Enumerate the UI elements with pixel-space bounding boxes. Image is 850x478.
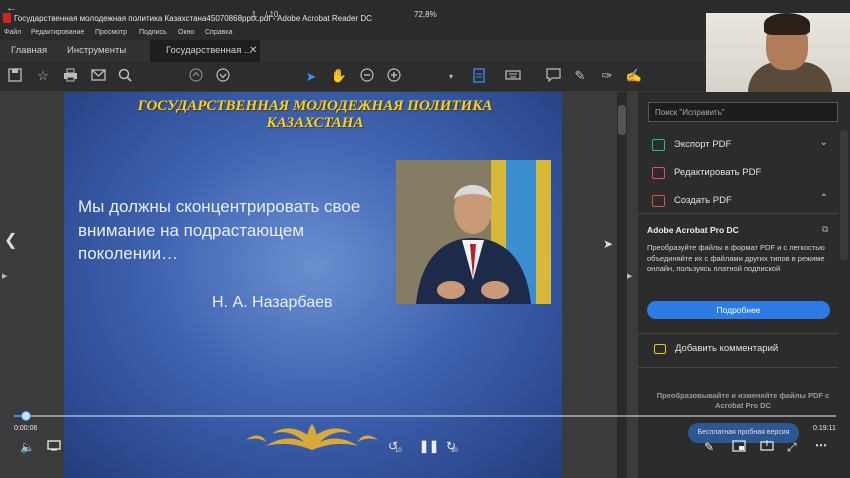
tab-bar: Главная Инструменты Государственная ... … (0, 40, 710, 62)
pause-icon[interactable]: ❚❚ (419, 439, 439, 453)
zoom-out-icon[interactable] (358, 68, 376, 86)
menu-sign[interactable]: Подпись (139, 29, 167, 36)
previous-page-icon[interactable] (187, 68, 205, 86)
minimize-icon[interactable]: ⤢ (787, 440, 797, 455)
divider (638, 213, 838, 214)
search-icon[interactable] (116, 68, 134, 86)
captions-icon[interactable] (47, 440, 61, 455)
webcam-person-hair (764, 13, 810, 35)
left-panel-expand-icon[interactable]: ▶ (2, 272, 7, 280)
divider (638, 333, 838, 334)
menu-file[interactable]: Файл (4, 29, 21, 36)
tool-label: Редактировать PDF (674, 167, 762, 178)
learn-more-button[interactable]: Подробнее (647, 301, 830, 319)
tools-search-input[interactable]: Поиск "Исправить" (648, 102, 838, 122)
video-progress-knob[interactable] (21, 411, 31, 421)
next-page-icon[interactable] (214, 68, 232, 86)
tab-tools[interactable]: Инструменты (67, 40, 126, 62)
video-progress-track[interactable] (14, 415, 836, 417)
video-duration: 0:19:11 (813, 425, 836, 432)
slide-author: Н. А. Назарбаев (212, 294, 333, 311)
acrobat-app-icon (3, 13, 11, 23)
menu-window[interactable]: Окно (178, 29, 194, 36)
copy-icon[interactable]: ⧉ (822, 224, 828, 235)
save-icon[interactable] (6, 68, 24, 86)
slide-quote: Мы должны сконцентрировать свое внимание… (78, 197, 361, 263)
divider (638, 367, 838, 368)
forward-30-label: 30 (451, 448, 458, 454)
menu-edit[interactable]: Редактирование (31, 29, 84, 36)
slide-title: ГОСУДАРСТВЕННАЯ МОЛОДЕЖНАЯ ПОЛИТИКА КАЗА… (137, 98, 493, 131)
tool-label: Экспорт PDF (674, 139, 732, 150)
comment-icon[interactable] (544, 68, 562, 86)
hand-tool-icon[interactable]: ✋ (330, 67, 348, 85)
decorative-ornament (242, 420, 382, 461)
zoom-in-icon[interactable] (385, 68, 403, 86)
tool-label: Создать PDF (674, 195, 732, 206)
right-panel-collapse-icon[interactable]: ▶ (627, 272, 632, 280)
page-fit-icon[interactable] (470, 68, 488, 86)
tab-document[interactable]: Государственная ... (150, 40, 260, 62)
menu-view[interactable]: Просмотр (95, 29, 127, 36)
chevron-up-icon[interactable]: ⌃ (820, 193, 828, 204)
page-number-input[interactable]: 1 (243, 7, 265, 22)
select-cursor-icon[interactable]: ➤ (302, 68, 320, 86)
picture-in-picture-icon[interactable] (732, 440, 746, 455)
export-pdf-icon (652, 139, 665, 151)
document-scroll-thumb[interactable] (618, 105, 626, 135)
pen-icon[interactable]: ✎ (704, 440, 714, 454)
more-options-icon[interactable]: ⋯ (815, 438, 827, 452)
edit-pdf-icon (652, 167, 665, 179)
previous-slide-arrow-icon[interactable]: ❮ (4, 230, 17, 250)
tool-edit-pdf[interactable]: Редактировать PDF (646, 161, 836, 185)
zoom-dropdown-chevron-icon[interactable]: ▾ (442, 68, 460, 86)
menu-help[interactable]: Справка (205, 29, 232, 36)
create-pdf-icon (652, 195, 665, 207)
bookmark-star-icon[interactable]: ☆ (34, 67, 52, 85)
tool-create-pdf[interactable]: Создать PDF ⌃ (646, 189, 836, 213)
bottom-promo-text: Преобразовывайте и изменяйте файлы PDF с… (656, 391, 830, 410)
chevron-down-icon[interactable]: ⌄ (820, 137, 828, 148)
rewind-10-label: 10 (395, 448, 402, 454)
promo-title: Adobe Acrobat Pro DC (647, 225, 739, 235)
draw-icon[interactable]: ✑ (598, 67, 616, 85)
highlight-pen-icon[interactable]: ✎ (571, 67, 589, 85)
email-icon[interactable] (89, 68, 107, 86)
video-elapsed-time: 0:00:06 (14, 425, 38, 432)
mouse-cursor-icon: ➤ (603, 237, 614, 251)
portrait-photo (396, 160, 551, 304)
promo-text: Преобразуйте файлы в формат PDF и с легк… (647, 243, 825, 273)
print-icon[interactable] (61, 68, 79, 86)
tab-home[interactable]: Главная (11, 40, 47, 62)
tools-pane-scrollbar[interactable] (840, 130, 848, 260)
document-scrollbar[interactable] (617, 92, 627, 478)
add-comment-icon (654, 344, 666, 354)
window-title: Государственная молодежная политика Каза… (14, 14, 372, 23)
keyboard-icon[interactable] (504, 68, 522, 86)
close-tab-icon[interactable]: ✕ (249, 45, 257, 56)
page-total: / 10 (265, 10, 279, 19)
volume-icon[interactable]: 🔈 (20, 440, 35, 454)
tool-export-pdf[interactable]: Экспорт PDF ⌄ (646, 133, 836, 157)
share-screen-icon[interactable] (760, 440, 774, 455)
add-comment-tool[interactable]: Добавить комментарий (675, 343, 778, 354)
sign-icon[interactable]: ✍ (625, 67, 643, 85)
zoom-level-select[interactable]: 72,8% (414, 7, 437, 22)
